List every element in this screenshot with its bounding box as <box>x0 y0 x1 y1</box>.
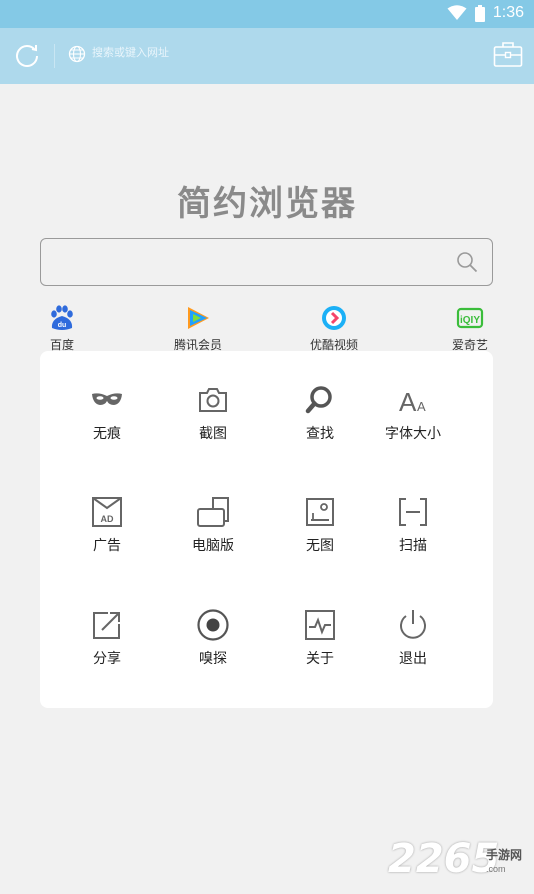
app-title: 简约浏览器 <box>177 184 357 224</box>
menu-item-label: 查找 <box>306 426 334 442</box>
browser-toolbar: 搜索或键入网址 <box>0 28 534 84</box>
watermark-url: .com <box>486 864 506 874</box>
menu-item-find[interactable]: 查找 <box>275 383 365 443</box>
menu-item-label: 无痕 <box>93 426 121 442</box>
mask-icon <box>92 393 122 405</box>
menu-item-label: 退出 <box>399 651 427 667</box>
svg-text:A: A <box>417 399 426 414</box>
url-bar[interactable]: 搜索或键入网址 <box>92 44 169 60</box>
status-time: 1:36 <box>492 4 524 21</box>
toolbar-divider <box>54 44 55 68</box>
status-icons: 1:36 <box>447 4 524 22</box>
shortcut-tencent-video[interactable]: 腾讯会员 <box>158 304 238 353</box>
menu-item-label: 扫描 <box>399 538 427 554</box>
menu-item-font-size[interactable]: A A 字体大小 <box>368 383 458 443</box>
no-image-icon <box>306 498 334 526</box>
iqiyi-icon: iQIY <box>456 307 484 329</box>
globe-icon <box>68 45 86 63</box>
menu-item-ad-block[interactable]: AD 广告 <box>62 495 152 555</box>
menu-item-desktop-mode[interactable]: 电脑版 <box>168 495 258 555</box>
watermark-number: 2265 <box>388 836 500 882</box>
menu-item-label: 分享 <box>93 651 121 667</box>
share-icon <box>93 612 120 639</box>
about-icon <box>305 610 335 640</box>
status-bar: 1:36 <box>0 0 534 28</box>
menu-item-no-image[interactable]: 无图 <box>275 495 365 555</box>
desktop-icon <box>197 497 229 527</box>
toolbox-icon[interactable] <box>493 40 523 68</box>
youku-icon <box>322 306 346 330</box>
shortcuts-row: du 百度 腾讯会员 优酷视频 iQIY 爱奇艺 <box>0 304 534 354</box>
ad-icon: AD <box>92 497 122 527</box>
power-icon <box>400 610 426 639</box>
menu-item-scan[interactable]: 扫描 <box>368 495 458 555</box>
menu-item-label: 电脑版 <box>192 538 234 554</box>
menu-item-incognito[interactable]: 无痕 <box>62 383 152 443</box>
shortcut-baidu[interactable]: du 百度 <box>22 304 102 353</box>
camera-icon <box>199 388 227 412</box>
menu-item-exit[interactable]: 退出 <box>368 608 458 668</box>
search-icon <box>305 386 332 414</box>
refresh-icon[interactable] <box>14 42 40 68</box>
font-size-icon: A A <box>399 387 426 417</box>
menu-item-label: 关于 <box>306 651 334 667</box>
scan-icon <box>399 498 427 526</box>
shortcut-youku[interactable]: 优酷视频 <box>294 304 374 353</box>
watermark: 2265 手游网 .com <box>388 836 534 888</box>
baidu-icon: du <box>51 305 73 330</box>
menu-item-sniff[interactable]: 嗅探 <box>168 608 258 668</box>
tencent-video-icon <box>188 307 209 329</box>
menu-item-label: 字体大小 <box>385 426 441 442</box>
battery-icon <box>474 4 485 22</box>
menu-item-about[interactable]: 关于 <box>275 608 365 668</box>
menu-item-screenshot[interactable]: 截图 <box>168 383 258 443</box>
menu-item-label: 广告 <box>93 538 121 554</box>
menu-item-label: 无图 <box>306 538 334 554</box>
tools-menu-panel: 无痕 截图 查找 A A 字体大小 AD 广告 电脑版 无图 扫描 分享 嗅探 … <box>40 351 493 708</box>
sniff-icon <box>197 609 229 641</box>
svg-text:du: du <box>58 322 67 329</box>
search-input[interactable] <box>51 249 441 277</box>
svg-text:A: A <box>399 387 417 417</box>
search-icon[interactable] <box>456 251 478 273</box>
menu-item-label: 嗅探 <box>199 651 227 667</box>
menu-item-share[interactable]: 分享 <box>62 608 152 668</box>
svg-text:AD: AD <box>101 514 114 524</box>
watermark-site: 手游网 <box>486 848 523 862</box>
shortcut-iqiyi[interactable]: iQIY 爱奇艺 <box>430 304 510 353</box>
menu-item-label: 截图 <box>199 426 227 442</box>
search-box[interactable] <box>40 238 493 286</box>
svg-text:iQIY: iQIY <box>460 315 480 326</box>
wifi-icon <box>447 5 467 20</box>
